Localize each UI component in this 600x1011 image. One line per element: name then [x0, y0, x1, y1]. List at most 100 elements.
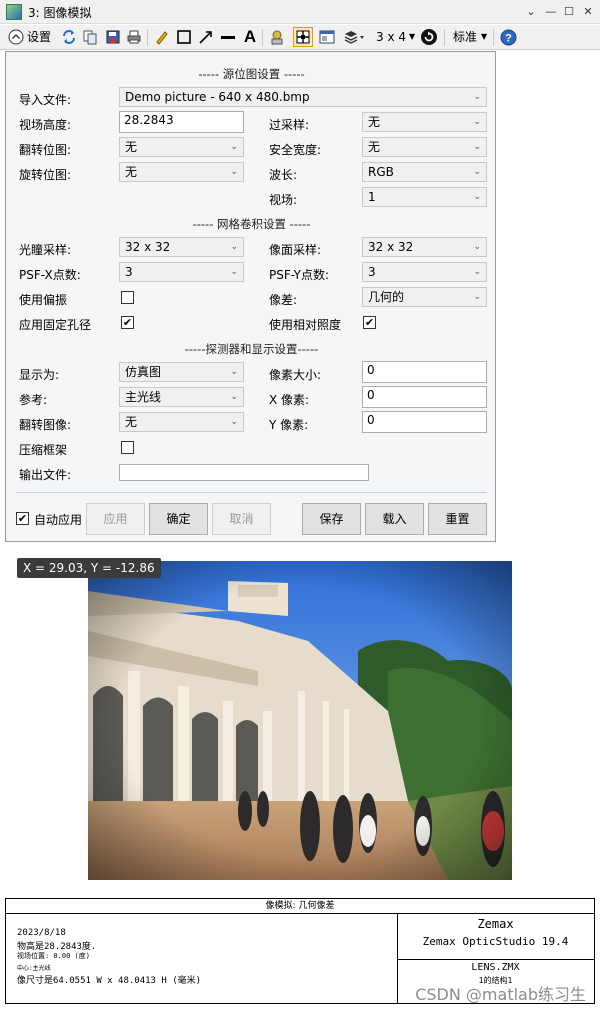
layers-dropdown-icon[interactable] — [342, 28, 366, 46]
rotate-label: 旋转位图: — [19, 168, 72, 182]
svg-text:?: ? — [505, 32, 512, 44]
y-pixels-label: Y 像素: — [269, 418, 309, 432]
x-pixels-label: X 像素: — [269, 393, 310, 407]
image-sampling-select[interactable]: 32 x 32 ⌄ — [362, 237, 487, 257]
lock-icon[interactable] — [268, 28, 286, 46]
toolbar: 设置 A 3 x 4 ▼ 标准 ▼ ? — [0, 25, 600, 50]
close-button[interactable]: ✕ — [579, 3, 597, 21]
minimize-button[interactable]: — — [542, 3, 560, 21]
import-file-select[interactable]: Demo picture - 640 x 480.bmp ⌄ — [119, 87, 487, 107]
simulated-photo — [88, 561, 512, 880]
detector-display-header: -----探测器和显示设置----- — [184, 342, 319, 356]
polarization-checkbox[interactable] — [121, 291, 134, 304]
chevron-down-icon[interactable]: ▼ — [481, 27, 487, 47]
refresh-icon[interactable] — [60, 28, 78, 46]
text-tool-icon[interactable]: A — [241, 27, 259, 46]
pixel-size-input[interactable]: 0 — [362, 361, 487, 383]
save-icon[interactable] — [104, 28, 122, 46]
toolbar-separator — [147, 29, 148, 46]
settings-button[interactable]: 设置 — [27, 27, 51, 47]
field-height-label: 视场高度: — [19, 118, 72, 132]
relative-illumination-label: 使用相对照度 — [269, 318, 342, 332]
show-as-label: 显示为: — [19, 368, 60, 382]
copy-icon[interactable] — [81, 28, 99, 46]
image-sampling-label: 像面采样: — [269, 243, 322, 257]
save-button[interactable]: 保存 — [302, 503, 361, 535]
refresh-circle-icon[interactable] — [420, 28, 438, 46]
crosshair-icon[interactable] — [293, 27, 313, 47]
info-caption: 像模拟: 几何像差 — [6, 899, 594, 914]
flip-source-label: 翻转位图: — [19, 143, 72, 157]
info-field-position: 视场位置: 0.00 (度) — [17, 952, 90, 960]
settings-toggle-icon[interactable] — [7, 28, 25, 46]
field-label: 视场: — [269, 193, 298, 207]
relative-illumination-checkbox[interactable]: ✔ — [363, 316, 376, 329]
import-file-label: 导入文件: — [19, 93, 72, 107]
rectangle-icon[interactable] — [175, 28, 193, 46]
cancel-button[interactable]: 取消 — [212, 503, 271, 535]
pencil-icon[interactable] — [153, 28, 171, 46]
field-height-input[interactable]: 28.2843 — [119, 111, 244, 133]
toolbar-separator — [262, 29, 263, 46]
psf-grid-header: ----- 网格卷积设置 ----- — [192, 217, 311, 231]
chevron-down-icon[interactable]: ⌄ — [522, 3, 540, 21]
fixed-aperture-label: 应用固定孔径 — [19, 318, 92, 332]
info-date: 2023/8/18 — [17, 928, 66, 938]
suppress-frame-checkbox[interactable] — [121, 441, 134, 454]
info-center: 中心:主光线 — [17, 965, 51, 972]
window-title: 3: 图像模拟 — [28, 6, 92, 20]
flip-image-select[interactable]: 无 ⌄ — [119, 412, 244, 432]
restore-button[interactable]: ☐ — [560, 3, 578, 21]
line-icon[interactable] — [219, 28, 237, 46]
reference-select[interactable]: 主光线 ⌄ — [119, 387, 244, 407]
auto-apply-label: 自动应用 — [34, 513, 83, 527]
coordinate-readout: X = 29.03, Y = -12.86 — [17, 558, 161, 578]
pupil-sampling-label: 光瞳采样: — [19, 243, 72, 257]
show-as-select[interactable]: 仿真图 ⌄ — [119, 362, 244, 382]
flip-source-select[interactable]: 无 ⌄ — [119, 137, 244, 157]
toolbar-separator — [493, 29, 494, 46]
oversample-select[interactable]: 无 ⌄ — [362, 112, 487, 132]
guard-band-label: 安全宽度: — [269, 143, 322, 157]
aberrations-select[interactable]: 几何的 ⌄ — [362, 287, 487, 307]
psf-x-select[interactable]: 3 ⌄ — [119, 262, 244, 282]
info-divider — [397, 959, 594, 960]
standard-dropdown[interactable]: 标准 — [453, 27, 477, 47]
print-icon[interactable] — [125, 28, 143, 46]
chevron-down-icon[interactable]: ▼ — [409, 27, 415, 47]
pupil-sampling-select[interactable]: 32 x 32 ⌄ — [119, 237, 244, 257]
wavelength-label: 波长: — [269, 168, 298, 182]
help-icon[interactable]: ? — [499, 28, 517, 46]
info-lens-file: LENS.ZMX — [471, 962, 520, 973]
panel-divider — [16, 492, 487, 493]
ok-button[interactable]: 确定 — [149, 503, 208, 535]
aberrations-label: 像差: — [269, 293, 298, 307]
y-pixels-input[interactable]: 0 — [362, 411, 487, 433]
output-file-input[interactable] — [119, 464, 369, 481]
reset-button[interactable]: 重置 — [428, 503, 487, 535]
fixed-aperture-checkbox[interactable]: ✔ — [121, 316, 134, 329]
psf-y-select[interactable]: 3 ⌄ — [362, 262, 487, 282]
window-layout-icon[interactable] — [318, 28, 336, 46]
info-brand: Zemax — [477, 917, 514, 931]
apply-button[interactable]: 应用 — [86, 503, 145, 535]
settings-panel: ----- 源位图设置 ----- 导入文件: Demo picture - 6… — [5, 51, 496, 542]
suppress-frame-label: 压缩框架 — [19, 443, 68, 457]
x-pixels-input[interactable]: 0 — [362, 386, 487, 408]
load-button[interactable]: 载入 — [365, 503, 424, 535]
toolbar-separator — [444, 29, 445, 46]
info-image-size: 像尺寸是64.0551 W x 48.0413 H (毫米) — [17, 976, 202, 986]
wavelength-select[interactable]: RGB ⌄ — [362, 162, 487, 182]
layout-dropdown[interactable]: 3 x 4 — [376, 27, 406, 47]
watermark: CSDN @matlab练习生 — [415, 985, 586, 1004]
field-select[interactable]: 1 ⌄ — [362, 187, 487, 207]
pixel-size-label: 像素大小: — [269, 368, 322, 382]
guard-band-select[interactable]: 无 ⌄ — [362, 137, 487, 157]
polarization-label: 使用偏振 — [19, 293, 68, 307]
arrow-icon[interactable] — [197, 28, 215, 46]
app-image-icon — [6, 4, 22, 20]
auto-apply-checkbox[interactable]: ✔ — [16, 512, 29, 525]
rotate-select[interactable]: 无 ⌄ — [119, 162, 244, 182]
flip-image-label: 翻转图像: — [19, 418, 72, 432]
output-file-label: 输出文件: — [19, 468, 72, 482]
